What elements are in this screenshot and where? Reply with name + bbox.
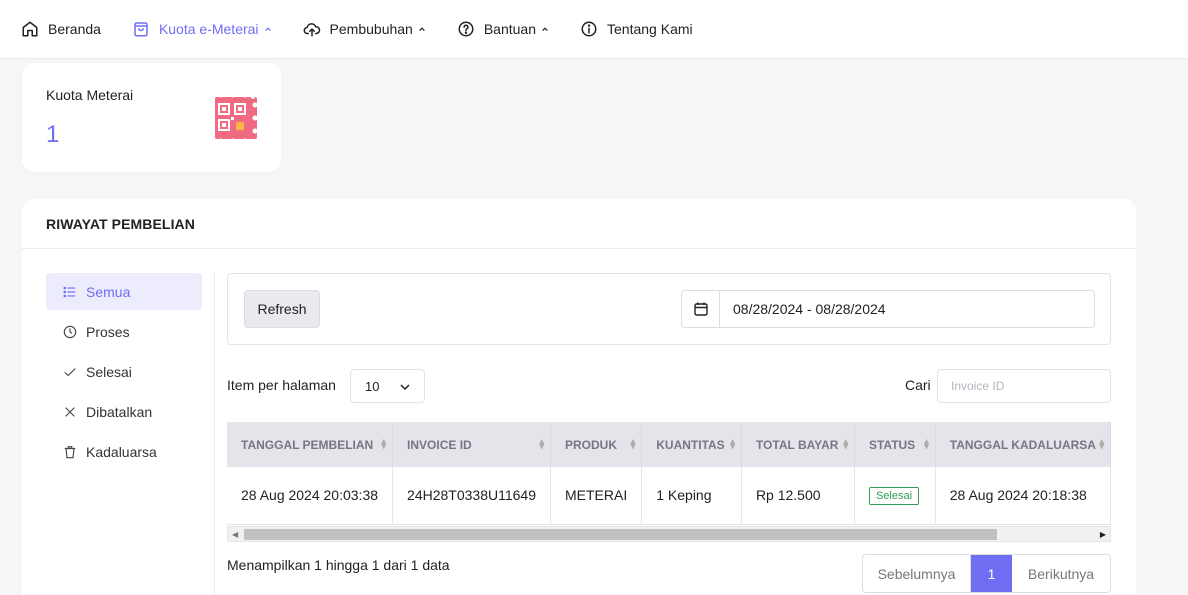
scroll-left-icon[interactable]: ◀	[232, 530, 238, 539]
scrollbar-thumb[interactable]	[244, 529, 997, 540]
column-header[interactable]: STATUS ▴ ▾	[854, 422, 936, 467]
sort-icon: ▴ ▾	[730, 436, 735, 451]
column-header[interactable]: TANGGAL KADALUARSA ▴ ▾	[935, 422, 1111, 467]
purchase-table: TANGGAL PEMBELIAN ▴ ▾ INVOICE ID ▴ ▾ PRODUK ▴…	[227, 422, 1111, 525]
filter-label: Dibatalkan	[86, 403, 153, 420]
sort-icon: ▴ ▾	[843, 436, 848, 451]
per-page-label: Item per halaman	[227, 377, 336, 393]
list-icon	[63, 286, 76, 297]
sort-icon: ▴ ▾	[539, 436, 544, 451]
horizontal-scrollbar[interactable]: ◀ ▶	[227, 526, 1111, 542]
status-badge: Selesai	[868, 486, 920, 505]
sort-icon: ▴ ▾	[924, 436, 929, 451]
trash-icon	[64, 445, 76, 458]
column-header[interactable]: INVOICE ID ▴ ▾	[392, 422, 551, 467]
table-header-row: TANGGAL PEMBELIAN ▴ ▾ INVOICE ID ▴ ▾ PRODUK ▴…	[227, 422, 1111, 467]
per-page-select[interactable]: 10	[350, 369, 425, 403]
nav-item-tentang-kami[interactable]: Tentang Kami	[580, 20, 693, 38]
column-header[interactable]: TOTAL BAYAR ▴ ▾	[741, 422, 855, 467]
date-range-picker[interactable]: 08/28/2024 - 08/28/2024	[681, 290, 1095, 328]
clock-icon	[63, 325, 77, 338]
cell-status: Selesai	[854, 467, 936, 524]
calendar-icon-box	[682, 291, 720, 327]
column-header[interactable]: KUANTITAS ▴ ▾	[641, 422, 742, 467]
date-range-value: 08/28/2024 - 08/28/2024	[733, 301, 886, 317]
search-label: Cari	[905, 377, 931, 393]
stamp-qr-icon	[208, 93, 257, 143]
chevron-up-icon	[264, 27, 271, 32]
chevron-up-icon	[542, 27, 548, 32]
filter-selesai[interactable]: Selesai	[46, 353, 202, 390]
per-page-value: 10	[365, 378, 380, 394]
next-page-button[interactable]: Berikutnya	[1012, 555, 1110, 592]
quota-card: Kuota Meterai 1	[22, 63, 281, 172]
nav-item-kuota[interactable]: Kuota e-Meterai	[132, 20, 272, 38]
refresh-button[interactable]: Refresh	[244, 290, 320, 328]
filter-label: Proses	[86, 323, 130, 340]
filter-label: Selesai	[86, 363, 132, 380]
cell-produk: METERAI	[550, 467, 643, 524]
top-navigation: Beranda Kuota e-Meterai Pembubuhan Bantu…	[0, 0, 1188, 59]
filter-label: Semua	[86, 283, 131, 300]
quota-title: Kuota Meterai	[46, 87, 134, 103]
cloud-upload-icon	[303, 23, 320, 37]
help-circle-icon	[458, 21, 474, 37]
sort-icon: ▴ ▾	[381, 436, 387, 451]
column-header[interactable]: PRODUK ▴ ▾	[550, 422, 643, 467]
nav-item-label: Kuota e-Meterai	[158, 21, 259, 37]
nav-item-label: Bantuan	[483, 21, 537, 37]
nav-item-pembubuhan[interactable]: Pembubuhan	[303, 20, 426, 38]
check-icon	[64, 367, 76, 376]
sort-icon: ▴ ▾	[1099, 436, 1104, 451]
shopping-bag-icon	[134, 22, 148, 37]
scroll-right-icon[interactable]: ▶	[1100, 530, 1106, 539]
nav-item-label: Tentang Kami	[607, 21, 693, 37]
chevron-down-icon	[400, 384, 410, 391]
home-icon	[22, 21, 38, 37]
pagination-info: Menampilkan 1 hingga 1 dari 1 data	[227, 557, 450, 573]
section-title: RIWAYAT PEMBELIAN	[22, 199, 1136, 249]
filter-dibatalkan[interactable]: Dibatalkan	[46, 393, 202, 430]
previous-page-button[interactable]: Sebelumnya	[863, 555, 971, 592]
nav-item-label: Beranda	[48, 21, 101, 37]
current-page-button[interactable]: 1	[971, 555, 1012, 592]
cell-tanggal-kadaluarsa: 28 Aug 2024 20:18:38	[935, 467, 1111, 524]
status-filter-sidebar: Semua Proses Selesai Dibatalkan Kadaluar…	[46, 273, 202, 473]
nav-item-beranda[interactable]: Beranda	[21, 20, 101, 38]
nav-item-label: Pembubuhan	[329, 21, 413, 37]
cell-tanggal-pembelian: 28 Aug 2024 20:03:38	[227, 467, 394, 524]
filter-label: Kadaluarsa	[86, 443, 157, 460]
table-row[interactable]: 28 Aug 2024 20:03:38 24H28T0338U11649 ME…	[227, 467, 1111, 524]
filter-toolbar: Refresh 08/28/2024 - 08/28/2024	[227, 273, 1111, 345]
calendar-icon	[693, 302, 708, 316]
search-input[interactable]	[937, 369, 1111, 403]
sort-icon: ▴ ▾	[630, 436, 636, 451]
chevron-up-icon	[419, 27, 425, 32]
filter-proses[interactable]: Proses	[46, 313, 202, 350]
info-circle-icon	[581, 21, 597, 37]
cell-total-bayar: Rp 12.500	[741, 467, 855, 524]
cell-invoice-id: 24H28T0338U11649	[392, 467, 551, 524]
pagination: Sebelumnya 1 Berikutnya	[862, 554, 1111, 593]
nav-item-bantuan[interactable]: Bantuan	[457, 20, 549, 38]
cell-kuantitas: 1 Keping	[641, 467, 742, 524]
filter-kadaluarsa[interactable]: Kadaluarsa	[46, 433, 202, 470]
divider	[214, 273, 215, 595]
riwayat-pembelian-card: RIWAYAT PEMBELIAN Semua Proses Selesai D…	[22, 199, 1136, 595]
filter-semua[interactable]: Semua	[46, 273, 202, 310]
quota-value: 1	[46, 121, 60, 148]
column-header[interactable]: TANGGAL PEMBELIAN ▴ ▾	[227, 422, 394, 467]
x-icon	[65, 406, 75, 417]
